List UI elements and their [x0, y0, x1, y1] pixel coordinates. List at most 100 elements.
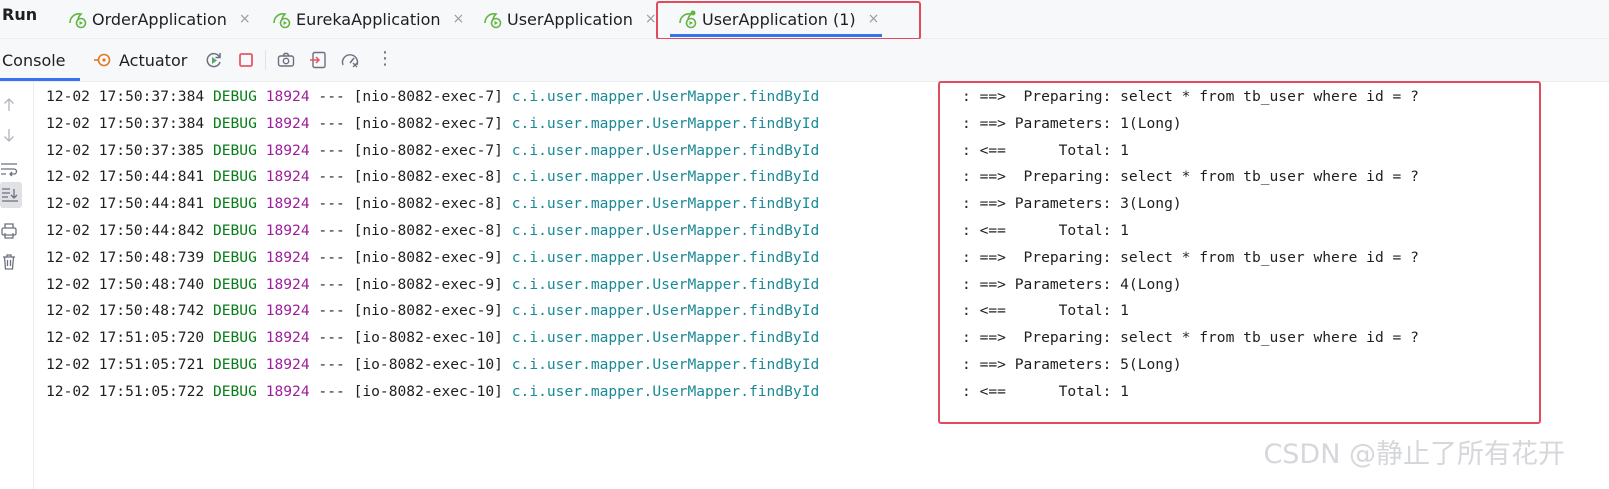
log-pid: 18924 — [265, 141, 310, 159]
console-toolbar: Console Actuator ⋮ — [0, 39, 1609, 82]
log-level: DEBUG — [212, 114, 257, 132]
log-level: DEBUG — [212, 275, 257, 293]
log-line: 12-02 17:50:37:384 DEBUG 18924 --- [nio-… — [46, 111, 1182, 138]
log-pid: 18924 — [265, 275, 310, 293]
actuator-tab-label: Actuator — [119, 50, 188, 70]
rerun-icon[interactable] — [204, 50, 224, 70]
log-level: DEBUG — [212, 302, 257, 320]
log-separator: --- — [318, 141, 345, 159]
log-pid: 18924 — [265, 221, 310, 239]
log-pid: 18924 — [265, 382, 310, 400]
run-tool-window-header: Run OrderApplication × EurekaApplication… — [0, 0, 1609, 40]
log-level: DEBUG — [212, 195, 257, 213]
log-logger[interactable]: c.i.user.mapper.UserMapper.findById — [512, 329, 820, 346]
log-pid: 18924 — [265, 168, 310, 186]
arrow-down-icon[interactable] — [0, 126, 18, 144]
tab-console[interactable]: Console — [0, 39, 66, 81]
log-logger[interactable]: c.i.user.mapper.UserMapper.findById — [512, 276, 820, 293]
clear-icon[interactable] — [0, 253, 18, 271]
spring-boot-run-icon — [69, 13, 87, 29]
log-line: 12-02 17:50:48:740 DEBUG 18924 --- [nio-… — [46, 272, 1182, 299]
spring-boot-run-icon — [484, 13, 502, 29]
log-thread: [nio-8082-exec-9] — [353, 248, 503, 266]
log-separator: --- — [318, 88, 345, 105]
log-level: DEBUG — [212, 221, 257, 239]
log-separator: --- — [318, 275, 345, 293]
log-timestamp: 12-02 17:50:44:842 — [46, 221, 205, 239]
log-logger[interactable]: c.i.user.mapper.UserMapper.findById — [512, 383, 820, 400]
restore-layout-icon[interactable] — [308, 50, 328, 70]
tab-label: EurekaApplication — [296, 9, 441, 29]
log-logger[interactable]: c.i.user.mapper.UserMapper.findById — [512, 88, 820, 105]
log-pid: 18924 — [265, 302, 310, 320]
log-logger[interactable]: c.i.user.mapper.UserMapper.findById — [512, 142, 820, 159]
log-logger[interactable]: c.i.user.mapper.UserMapper.findById — [512, 302, 820, 319]
log-logger[interactable]: c.i.user.mapper.UserMapper.findById — [512, 249, 820, 266]
tab-actuator[interactable]: Actuator — [93, 39, 187, 81]
log-separator: --- — [318, 195, 345, 213]
log-timestamp: 12-02 17:51:05:721 — [46, 355, 205, 373]
log-pid: 18924 — [265, 195, 310, 213]
close-icon[interactable]: × — [645, 11, 657, 27]
log-pid: 18924 — [265, 329, 310, 347]
log-thread: [nio-8082-exec-9] — [353, 302, 503, 320]
log-timestamp: 12-02 17:50:44:841 — [46, 168, 205, 186]
log-logger[interactable]: c.i.user.mapper.UserMapper.findById — [512, 222, 820, 239]
profiler-icon[interactable] — [340, 50, 360, 70]
tab-user-application[interactable]: UserApplication × — [481, 0, 657, 38]
log-line: 12-02 17:50:37:385 DEBUG 18924 --- [nio-… — [46, 138, 1129, 165]
log-thread: [nio-8082-exec-8] — [353, 168, 503, 186]
toolbar-separator — [265, 50, 266, 70]
tab-label: OrderApplication — [92, 9, 227, 29]
log-thread: [io-8082-exec-10] — [353, 355, 503, 373]
tab-eureka-application[interactable]: EurekaApplication × — [270, 0, 464, 38]
log-level: DEBUG — [212, 88, 257, 105]
log-line: 12-02 17:50:44:841 DEBUG 18924 --- [nio-… — [46, 191, 1182, 218]
log-pid: 18924 — [265, 88, 310, 105]
log-line: 12-02 17:51:05:721 DEBUG 18924 --- [io-8… — [46, 352, 1182, 379]
scroll-to-end-toggle[interactable] — [0, 182, 22, 208]
log-level: DEBUG — [212, 329, 257, 347]
log-logger[interactable]: c.i.user.mapper.UserMapper.findById — [512, 195, 820, 212]
log-timestamp: 12-02 17:51:05:722 — [46, 382, 205, 400]
log-separator: --- — [318, 221, 345, 239]
log-level: DEBUG — [212, 168, 257, 186]
log-line: 12-02 17:51:05:722 DEBUG 18924 --- [io-8… — [46, 379, 1129, 406]
log-level: DEBUG — [212, 141, 257, 159]
log-thread: [nio-8082-exec-7] — [353, 88, 503, 105]
log-line: 12-02 17:50:44:841 DEBUG 18924 --- [nio-… — [46, 164, 1419, 191]
log-timestamp: 12-02 17:50:48:739 — [46, 248, 205, 266]
log-level: DEBUG — [212, 355, 257, 373]
log-line: 12-02 17:50:48:742 DEBUG 18924 --- [nio-… — [46, 298, 1129, 325]
console-output[interactable]: 12-02 17:50:37:384 DEBUG 18924 --- [nio-… — [46, 84, 1419, 406]
console-tab-indicator — [0, 78, 80, 81]
console-tab-label: Console — [2, 50, 66, 70]
log-level: DEBUG — [212, 248, 257, 266]
run-title: Run — [2, 5, 38, 24]
print-icon[interactable] — [0, 222, 18, 240]
log-logger[interactable]: c.i.user.mapper.UserMapper.findById — [512, 356, 820, 373]
log-pid: 18924 — [265, 248, 310, 266]
watermark: CSDN @静止了所有花开 — [1263, 439, 1565, 470]
log-logger[interactable]: c.i.user.mapper.UserMapper.findById — [512, 168, 820, 185]
tab-order-application[interactable]: OrderApplication × — [66, 0, 251, 38]
log-level: DEBUG — [212, 382, 257, 400]
log-timestamp: 12-02 17:51:05:720 — [46, 329, 205, 347]
log-thread: [nio-8082-exec-7] — [353, 141, 503, 159]
more-icon[interactable]: ⋮ — [376, 48, 394, 69]
log-pid: 18924 — [265, 114, 310, 132]
soft-wrap-icon[interactable] — [0, 160, 18, 178]
close-icon[interactable]: × — [453, 11, 465, 27]
highlight-box-sql — [938, 81, 1541, 424]
screenshot-icon[interactable] — [276, 50, 296, 70]
log-timestamp: 12-02 17:50:48:740 — [46, 275, 205, 293]
stop-icon[interactable] — [236, 50, 256, 70]
log-pid: 18924 — [265, 355, 310, 373]
log-logger[interactable]: c.i.user.mapper.UserMapper.findById — [512, 115, 820, 132]
log-line: 12-02 17:50:48:739 DEBUG 18924 --- [nio-… — [46, 245, 1419, 272]
actuator-icon — [94, 53, 111, 67]
log-thread: [nio-8082-exec-8] — [353, 195, 503, 213]
arrow-up-icon[interactable] — [0, 96, 18, 114]
spring-boot-run-icon — [273, 13, 291, 29]
close-icon[interactable]: × — [239, 11, 251, 27]
